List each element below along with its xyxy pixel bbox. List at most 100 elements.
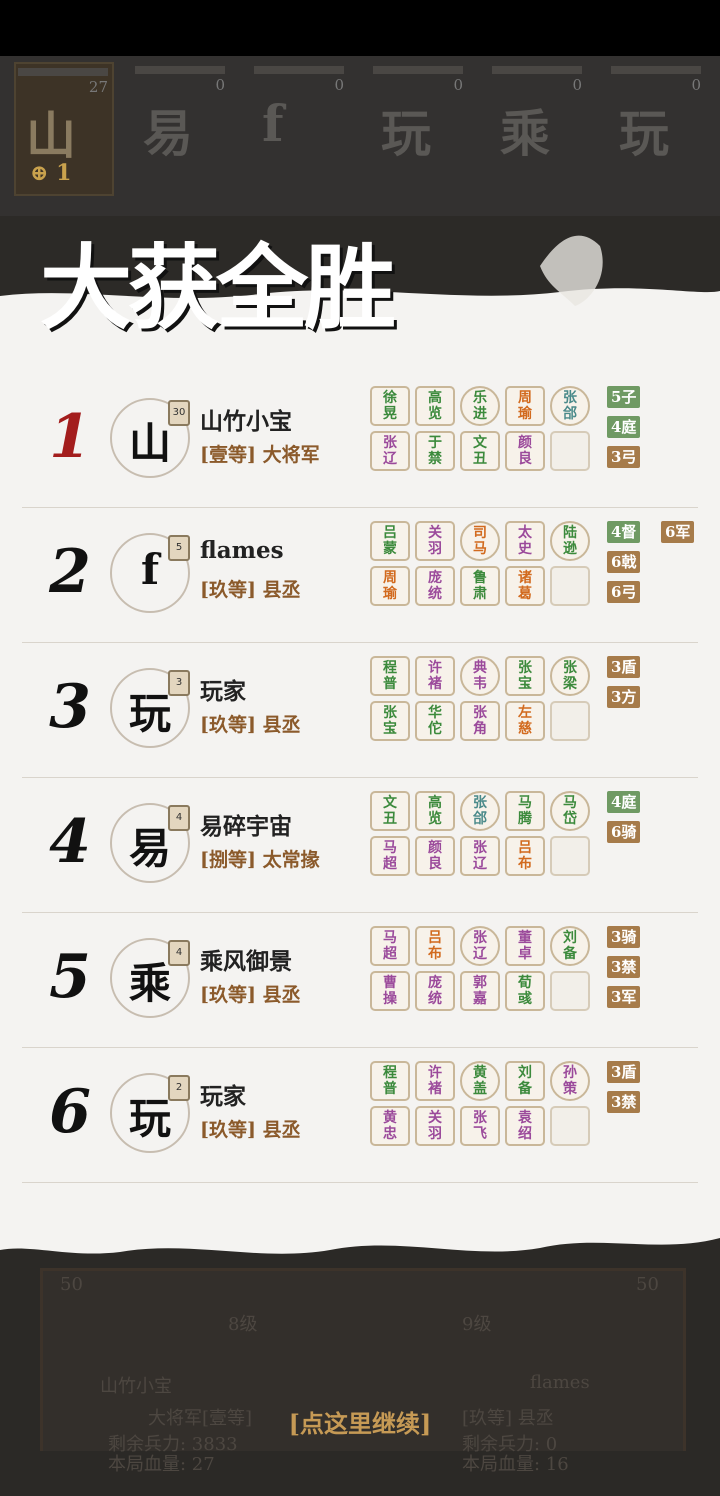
player-glyph: 易 — [143, 104, 193, 163]
hero-card[interactable]: 吕布 — [505, 836, 545, 876]
hero-card[interactable]: 张辽 — [460, 926, 500, 966]
hero-card[interactable]: 马超 — [370, 836, 410, 876]
hero-card[interactable]: 张郃 — [460, 791, 500, 831]
hero-name: 于禁 — [428, 435, 442, 467]
player-count: 0 — [691, 76, 701, 94]
ranking-row: 4 易 4 易碎宇宙 [捌等] 太常掾 文丑 高览 张郃 马腾 马岱 马超 颜良 张辽 吕布 4庭 6骑 — [22, 777, 698, 913]
hero-name: 关羽 — [428, 525, 442, 557]
hero-name: 高览 — [428, 390, 442, 422]
hero-name: 张郃 — [563, 390, 577, 422]
hero-card[interactable]: 徐晃 — [370, 386, 410, 426]
hp-bar — [492, 66, 582, 74]
hero-card[interactable]: 鲁肃 — [460, 566, 500, 606]
hero-card[interactable]: 文丑 — [370, 791, 410, 831]
hero-name: 文丑 — [383, 795, 397, 827]
hero-name: 司马 — [473, 525, 487, 557]
hero-card[interactable]: 张宝 — [370, 701, 410, 741]
hero-card[interactable]: 关羽 — [415, 521, 455, 561]
hero-card[interactable]: 颜良 — [505, 431, 545, 471]
hero-name: 张郃 — [473, 795, 487, 827]
hero-card[interactable]: 马超 — [370, 926, 410, 966]
hero-name: 华佗 — [428, 705, 442, 737]
hero-card[interactable]: 左慈 — [505, 701, 545, 741]
hero-card[interactable]: 袁绍 — [505, 1106, 545, 1146]
hero-card[interactable]: 张郃 — [550, 386, 590, 426]
hero-card[interactable]: 关羽 — [415, 1106, 455, 1146]
hero-card[interactable]: 程普 — [370, 1061, 410, 1101]
hero-name: 典韦 — [473, 660, 487, 692]
hero-card[interactable]: 许褚 — [415, 656, 455, 696]
hero-card[interactable]: 华佗 — [415, 701, 455, 741]
hero-card[interactable]: 太史 — [505, 521, 545, 561]
hero-card[interactable]: 张辽 — [370, 431, 410, 471]
hero-card[interactable]: 周瑜 — [505, 386, 545, 426]
hero-card[interactable]: 孙策 — [550, 1061, 590, 1101]
hero-name: 张宝 — [518, 660, 532, 692]
continue-button[interactable]: [点这里继续] — [230, 1404, 490, 1439]
right-name: flames — [530, 1372, 590, 1393]
rank-number: 6 — [49, 1077, 91, 1147]
hero-card[interactable]: 刘备 — [550, 926, 590, 966]
hero-card[interactable]: 郭嘉 — [460, 971, 500, 1011]
hero-name: 郭嘉 — [473, 975, 487, 1007]
hero-grid: 马超 吕布 张辽 董卓 刘备曹操 庞统 郭嘉 荀彧 — [370, 926, 600, 1034]
hero-card[interactable]: 庞统 — [415, 566, 455, 606]
hero-card[interactable]: 庞统 — [415, 971, 455, 1011]
hero-card[interactable]: 程普 — [370, 656, 410, 696]
hero-card[interactable]: 高览 — [415, 386, 455, 426]
hero-card[interactable]: 马岱 — [550, 791, 590, 831]
hero-grid: 徐晃 高览 乐进 周瑜 张郃张辽 于禁 文丑 颜良 — [370, 386, 600, 494]
hero-card[interactable]: 刘备 — [505, 1061, 545, 1101]
hero-card[interactable]: 典韦 — [460, 656, 500, 696]
hp-bar — [18, 68, 108, 76]
right-hp: 本局血量: 16 — [462, 1454, 569, 1475]
hero-card[interactable]: 陆逊 — [550, 521, 590, 561]
synergy-tag: 3盾 — [607, 656, 641, 678]
hero-card[interactable]: 张宝 — [505, 656, 545, 696]
hero-card[interactable]: 董卓 — [505, 926, 545, 966]
hero-card[interactable]: 周瑜 — [370, 566, 410, 606]
hero-card[interactable]: 许褚 — [415, 1061, 455, 1101]
hero-name: 太史 — [518, 525, 532, 557]
hero-card[interactable]: 马腾 — [505, 791, 545, 831]
player-name: 易碎宇宙 — [200, 813, 292, 840]
hero-card[interactable]: 乐进 — [460, 386, 500, 426]
hero-name: 庞统 — [428, 570, 442, 602]
hero-card[interactable]: 吕蒙 — [370, 521, 410, 561]
player-name: 山竹小宝 — [200, 408, 292, 435]
hero-card[interactable]: 张辽 — [460, 836, 500, 876]
hero-card[interactable]: 诸葛 — [505, 566, 545, 606]
synergy-tag: 3方 — [607, 686, 641, 708]
hero-name: 袁绍 — [518, 1110, 532, 1142]
hero-card[interactable]: 高览 — [415, 791, 455, 831]
victory-title: 大获全胜 — [40, 234, 396, 342]
hero-card[interactable]: 吕布 — [415, 926, 455, 966]
level-badge: 30 — [168, 400, 190, 426]
synergy-tag: 3禁 — [607, 956, 641, 978]
hero-card[interactable]: 曹操 — [370, 971, 410, 1011]
rank-number: 2 — [49, 537, 91, 607]
hero-card[interactable]: 颜良 — [415, 836, 455, 876]
hero-card[interactable]: 荀彧 — [505, 971, 545, 1011]
player-title: [玖等] 县丞 — [200, 984, 301, 1006]
hero-card[interactable]: 文丑 — [460, 431, 500, 471]
victory-banner: 大获全胜 — [0, 206, 720, 356]
hero-card[interactable]: 张梁 — [550, 656, 590, 696]
hero-name: 庞统 — [428, 975, 442, 1007]
hero-card[interactable]: 张角 — [460, 701, 500, 741]
synergy-tag: 6骑 — [607, 821, 641, 843]
hero-card[interactable]: 于禁 — [415, 431, 455, 471]
result-panel: 1 山 30 山竹小宝 [壹等] 大将军 徐晃 高览 乐进 周瑜 张郃 张辽 于禁 文丑 颜良 5子 4庭 3弓… — [0, 348, 720, 1228]
ink-edge — [0, 1214, 720, 1254]
hero-card[interactable]: 黄盖 — [460, 1061, 500, 1101]
hero-card[interactable]: 黄忠 — [370, 1106, 410, 1146]
hero-name: 董卓 — [518, 930, 532, 962]
hero-card[interactable]: 张飞 — [460, 1106, 500, 1146]
hero-name: 张角 — [473, 705, 487, 737]
battle-summary: 50 50 8级 9级 山竹小宝 大将军[壹等] flames [玖等] 县丞 … — [0, 1214, 720, 1496]
left-name: 山竹小宝 — [100, 1376, 172, 1397]
hp-bar — [135, 66, 225, 74]
hero-card[interactable]: 司马 — [460, 521, 500, 561]
empty-hero-slot — [550, 431, 590, 471]
hero-name: 鲁肃 — [473, 570, 487, 602]
